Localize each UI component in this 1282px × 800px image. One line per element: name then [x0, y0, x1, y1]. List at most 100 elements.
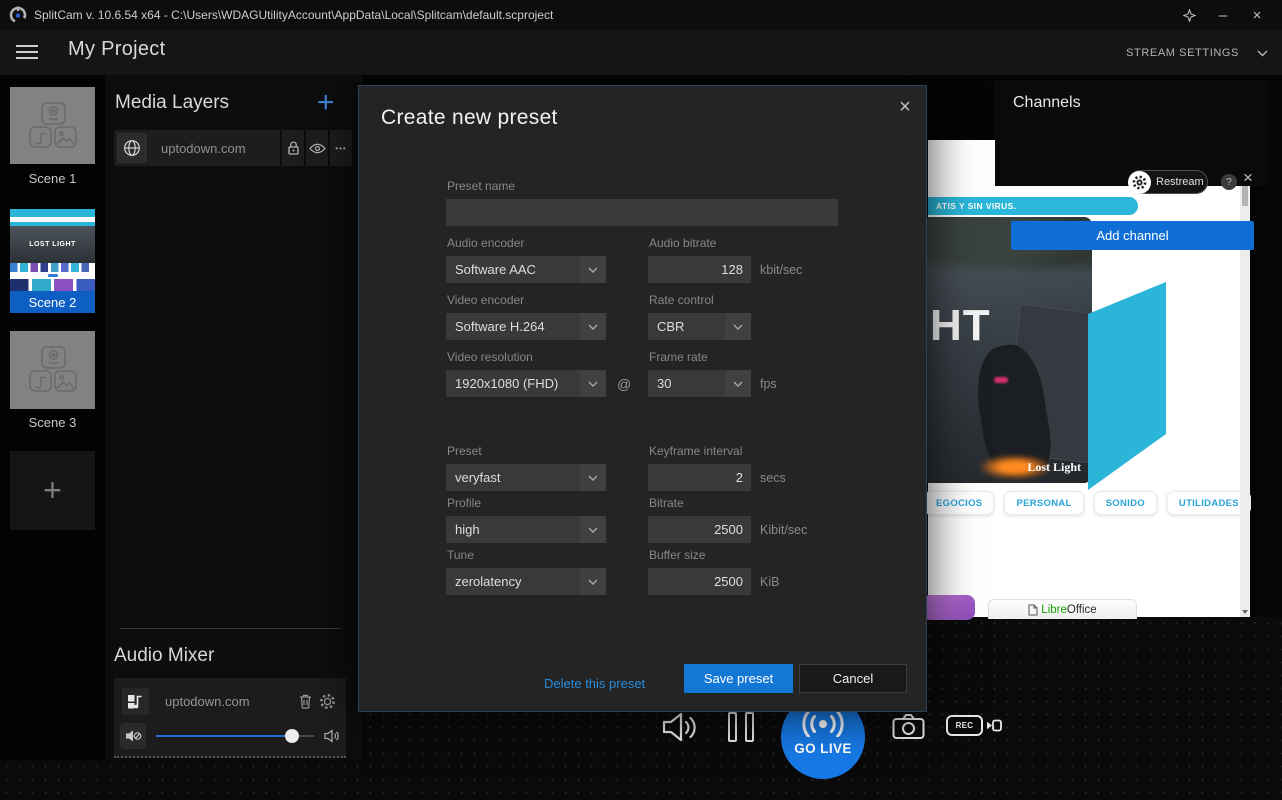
scene-3-thumbnail[interactable] — [10, 331, 95, 409]
channels-title: Channels — [1013, 94, 1081, 112]
scene-3-label: Scene 3 — [0, 415, 105, 430]
preset-dropdown[interactable]: veryfast — [446, 464, 606, 491]
splitcam-window: SplitCam v. 10.6.54 x64 - C:\Users\WDAGU… — [0, 0, 1282, 800]
category-pills: EGOCIOS PERSONAL SONIDO UTILIDADES — [924, 491, 1251, 515]
eye-icon[interactable] — [306, 130, 328, 166]
add-layer-button[interactable]: + — [317, 88, 335, 118]
layer-name: uptodown.com — [161, 141, 246, 156]
volume-slider-knob[interactable] — [285, 729, 299, 743]
mute-speaker-icon[interactable] — [120, 723, 146, 749]
media-audio-icon — [122, 688, 149, 715]
close-modal-icon[interactable]: × — [892, 94, 918, 120]
mixer-channel-name: uptodown.com — [165, 694, 294, 709]
speaker-icon[interactable] — [324, 729, 340, 743]
scene-2-hero: LOST LIGHT — [10, 226, 95, 263]
game-hero-card: HT Lost Light — [922, 217, 1092, 483]
stream-settings-dropdown[interactable]: STREAM SETTINGS — [1126, 45, 1268, 61]
chevron-down-icon — [1257, 50, 1268, 57]
media-layers-title: Media Layers — [115, 92, 229, 114]
add-scene-button[interactable]: + — [10, 451, 95, 530]
scroll-down-icon[interactable] — [1242, 610, 1248, 614]
minimize-button[interactable]: – — [1208, 0, 1238, 30]
restream-button[interactable]: Restream — [1128, 170, 1208, 194]
snapshot-camera-button[interactable] — [892, 712, 925, 740]
close-channels-icon[interactable]: × — [1243, 168, 1253, 188]
master-volume-icon[interactable] — [662, 710, 700, 744]
buffer-size-unit: KiB — [760, 575, 779, 589]
pause-button[interactable] — [728, 712, 754, 742]
trash-icon[interactable] — [294, 693, 316, 709]
profile-label: Profile — [447, 496, 481, 510]
gear-icon[interactable] — [316, 693, 338, 710]
delete-preset-link[interactable]: Delete this preset — [544, 676, 645, 691]
modal-title: Create new preset — [381, 106, 558, 130]
tune-label: Tune — [447, 548, 474, 562]
cyan-chevron-shape — [1088, 282, 1168, 494]
divider — [120, 628, 341, 629]
category-pill: SONIDO — [1094, 491, 1157, 515]
bitrate-input[interactable]: 2500 — [648, 516, 751, 543]
media-layer-row: uptodown.com ••• — [114, 130, 352, 166]
preview-scrollbar[interactable] — [1240, 140, 1250, 617]
scene-1-thumbnail[interactable] — [10, 87, 95, 164]
audio-bitrate-unit: kbit/sec — [760, 263, 802, 277]
webpage-preview-layer[interactable]: ATIS Y SIN VIRUS. HT Lost Light EGOCIOS … — [928, 140, 1250, 617]
video-resolution-dropdown[interactable]: 1920x1080 (FHD) — [446, 370, 606, 397]
record-button[interactable]: REC — [946, 715, 1002, 736]
tune-dropdown[interactable]: zerolatency — [446, 568, 606, 595]
save-preset-button[interactable]: Save preset — [684, 664, 793, 693]
rate-control-label: Rate control — [649, 293, 714, 307]
scene-1-label: Scene 1 — [0, 171, 105, 186]
stream-settings-label: STREAM SETTINGS — [1126, 47, 1239, 59]
scene-2-label-selected[interactable]: Scene 2 — [10, 291, 95, 313]
audio-bitrate-input[interactable]: 128 — [648, 256, 751, 283]
keyframe-interval-label: Keyframe interval — [649, 444, 742, 458]
frame-rate-label: Frame rate — [649, 350, 708, 364]
restream-logo-icon — [1128, 171, 1151, 194]
rate-control-dropdown[interactable]: CBR — [648, 313, 751, 340]
layer-item[interactable]: uptodown.com — [114, 130, 280, 166]
game-caption: Lost Light — [1027, 460, 1081, 475]
media-placeholder-icon — [25, 345, 81, 395]
lock-icon[interactable] — [282, 130, 304, 166]
keyframe-interval-input[interactable]: 2 — [648, 464, 751, 491]
camcorder-icon — [986, 718, 1002, 733]
preset-name-input[interactable] — [446, 199, 838, 226]
category-pill: PERSONAL — [1004, 491, 1083, 515]
at-symbol: @ — [617, 376, 631, 392]
scene-2-thumbnail[interactable]: LOST LIGHT — [10, 209, 95, 291]
category-pill: EGOCIOS — [924, 491, 994, 515]
document-icon — [1028, 604, 1038, 616]
hamburger-menu-icon[interactable] — [16, 45, 38, 59]
audio-encoder-dropdown[interactable]: Software AAC — [446, 256, 606, 283]
chevron-down-icon — [580, 313, 606, 340]
audio-bitrate-label: Audio bitrate — [649, 236, 716, 250]
chevron-down-icon — [725, 313, 751, 340]
scenes-sidebar: Scene 1 LOST LIGHT Scene 2 — [0, 75, 105, 760]
create-preset-modal: Create new preset × Preset name Audio en… — [358, 85, 927, 712]
category-pill: UTILIDADES — [1167, 491, 1251, 515]
more-options-icon[interactable]: ••• — [330, 130, 352, 166]
audio-mixer-title: Audio Mixer — [114, 645, 214, 667]
channels-panel: Channels Restream ? × Add channel — [995, 80, 1268, 186]
sparkle-icon[interactable] — [1174, 0, 1204, 30]
profile-dropdown[interactable]: high — [446, 516, 606, 543]
go-live-label: GO LIVE — [781, 741, 865, 756]
app-header — [0, 30, 1282, 75]
volume-slider[interactable] — [156, 729, 314, 743]
cancel-button[interactable]: Cancel — [799, 664, 907, 693]
libreoffice-card: LibreOffice — [988, 599, 1137, 619]
chevron-down-icon — [580, 464, 606, 491]
restream-label: Restream — [1156, 176, 1204, 188]
preview-banner: ATIS Y SIN VIRUS. — [928, 197, 1138, 215]
help-icon[interactable]: ? — [1221, 174, 1237, 190]
chevron-down-icon — [725, 370, 751, 397]
buffer-size-input[interactable]: 2500 — [648, 568, 751, 595]
close-window-button[interactable]: × — [1242, 0, 1272, 30]
window-title: SplitCam v. 10.6.54 x64 - C:\Users\WDAGU… — [34, 8, 553, 22]
chevron-down-icon — [580, 568, 606, 595]
frame-rate-dropdown[interactable]: 30 — [648, 370, 751, 397]
frame-rate-unit: fps — [760, 377, 777, 391]
video-encoder-dropdown[interactable]: Software H.264 — [446, 313, 606, 340]
add-channel-button[interactable]: Add channel — [1011, 221, 1254, 250]
